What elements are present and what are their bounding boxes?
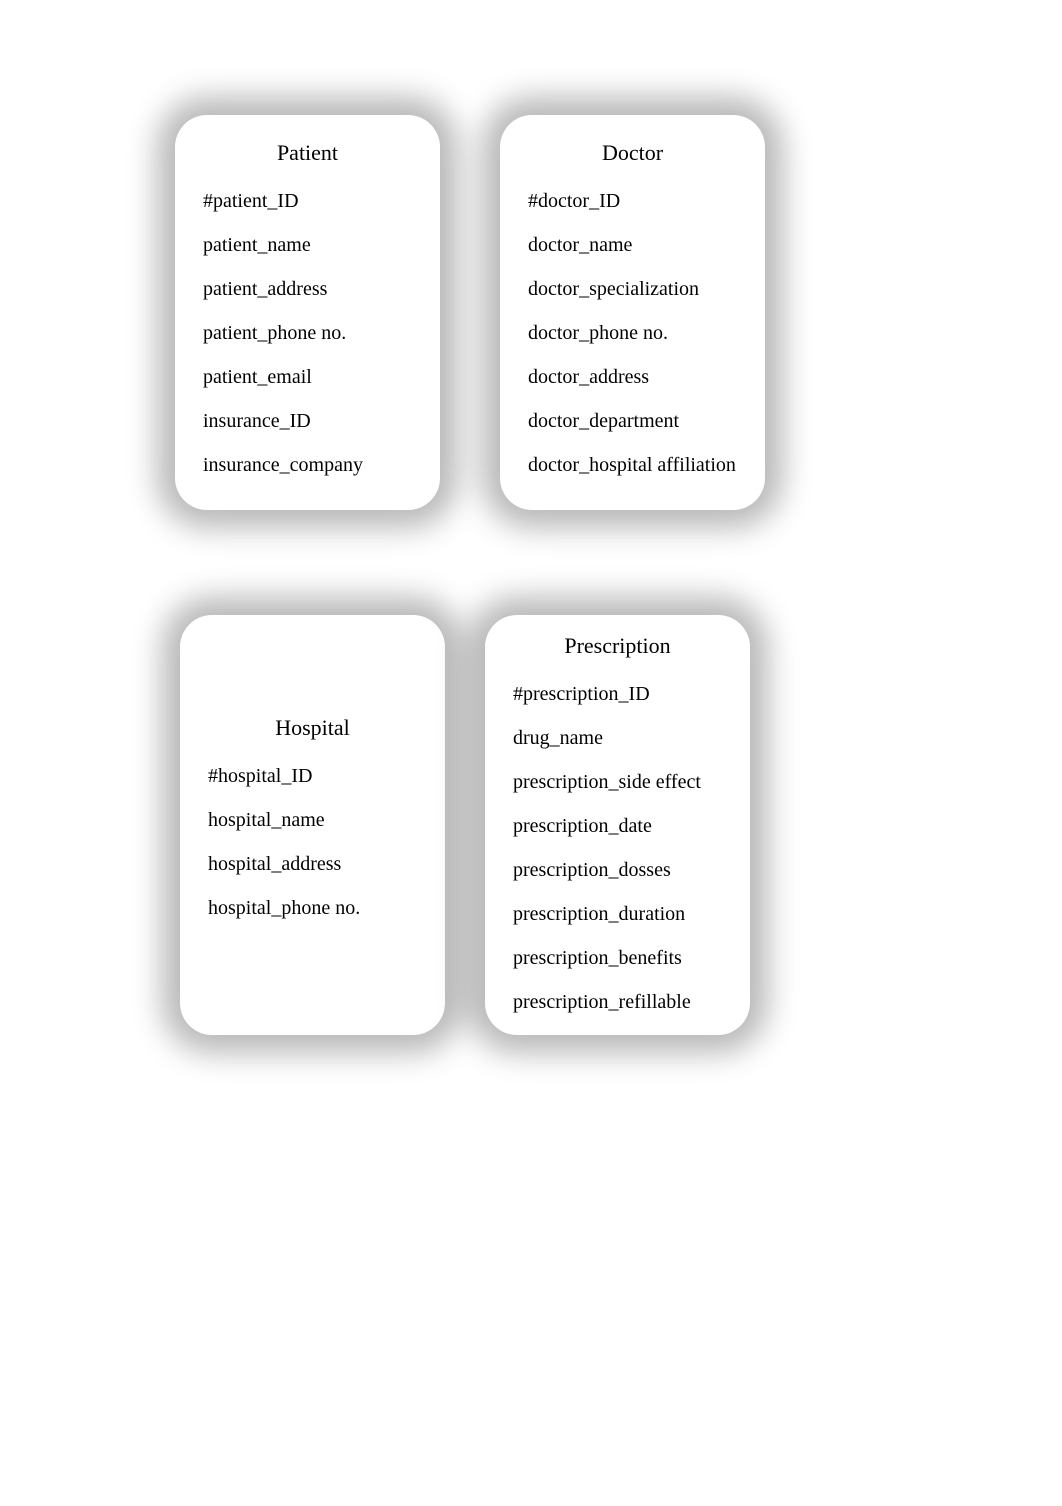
entity-attribute: #prescription_ID: [513, 681, 722, 707]
entity-patient: Patient #patient_ID patient_name patient…: [175, 115, 440, 510]
entity-title: Doctor: [528, 140, 737, 166]
entity-attribute: prescription_benefits: [513, 945, 722, 971]
entity-attribute: hospital_name: [208, 807, 417, 833]
entity-attribute: prescription_duration: [513, 901, 722, 927]
entity-attribute: doctor_phone no.: [528, 320, 737, 346]
entity-attribute: patient_address: [203, 276, 412, 302]
entity-attribute: patient_phone no.: [203, 320, 412, 346]
entity-attribute: insurance_ID: [203, 408, 412, 434]
entity-attribute: hospital_phone no.: [208, 895, 417, 921]
entity-attribute: #hospital_ID: [208, 763, 417, 789]
entity-attribute: insurance_company: [203, 452, 412, 478]
entity-title: Prescription: [513, 633, 722, 659]
entity-attribute: drug_name: [513, 725, 722, 751]
entity-attribute: doctor_address: [528, 364, 737, 390]
entity-prescription: Prescription #prescription_ID drug_name …: [485, 615, 750, 1035]
entity-attribute: #doctor_ID: [528, 188, 737, 214]
entity-attribute: patient_email: [203, 364, 412, 390]
entity-attribute: prescription_side effect: [513, 769, 722, 795]
entity-attribute: doctor_name: [528, 232, 737, 258]
entity-title: Hospital: [208, 715, 417, 741]
entity-title: Patient: [203, 140, 412, 166]
entity-attribute: prescription_dosses: [513, 857, 722, 883]
entity-attribute: doctor_department: [528, 408, 737, 434]
entity-attribute: prescription_date: [513, 813, 722, 839]
entity-hospital: Hospital #hospital_ID hospital_name hosp…: [180, 615, 445, 1035]
entity-attribute: patient_name: [203, 232, 412, 258]
entity-attribute: prescription_refillable: [513, 989, 722, 1015]
entity-attribute: #patient_ID: [203, 188, 412, 214]
entity-doctor: Doctor #doctor_ID doctor_name doctor_spe…: [500, 115, 765, 510]
entity-attribute: doctor_hospital affiliation: [528, 452, 737, 478]
entity-attribute: doctor_specialization: [528, 276, 737, 302]
entity-attribute: hospital_address: [208, 851, 417, 877]
